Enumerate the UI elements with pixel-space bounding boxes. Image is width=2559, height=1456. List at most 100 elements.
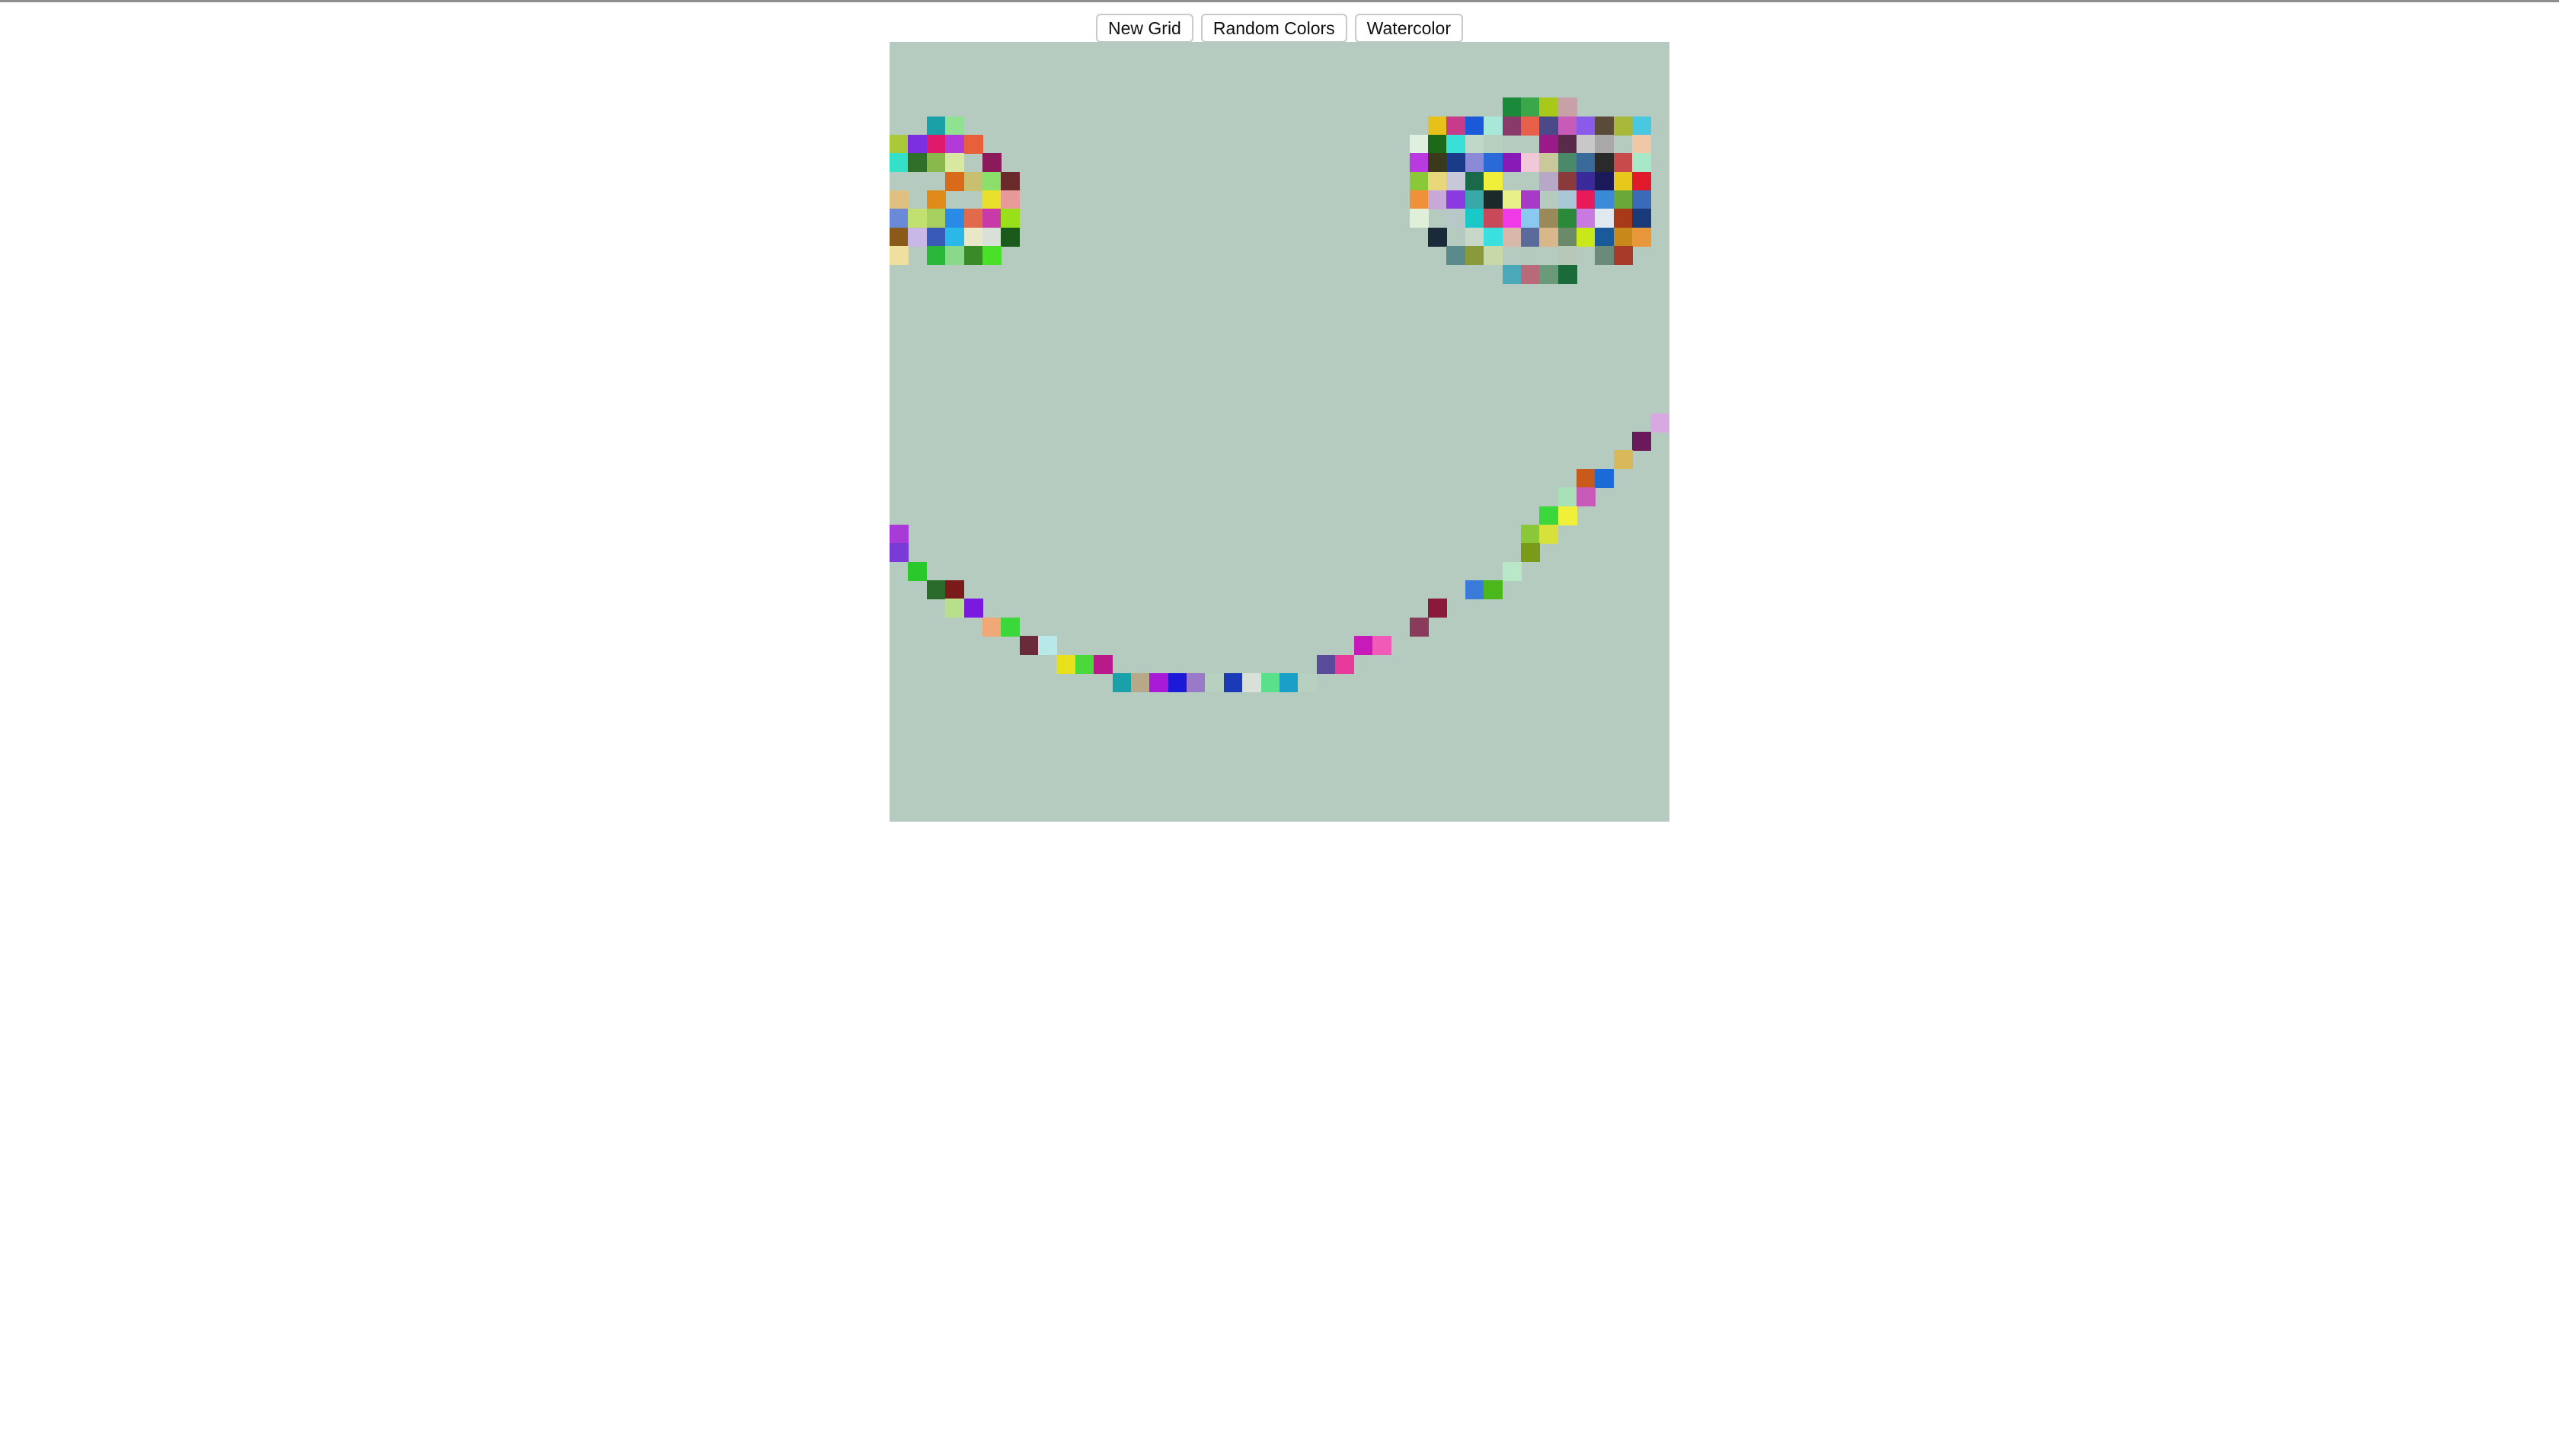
grid-cell[interactable] bbox=[1557, 227, 1577, 247]
grid-cell[interactable] bbox=[1428, 599, 1448, 618]
grid-cell[interactable] bbox=[1001, 171, 1021, 191]
grid-cell[interactable] bbox=[1428, 190, 1448, 210]
grid-cell[interactable] bbox=[1613, 116, 1633, 136]
grid-cell[interactable] bbox=[1613, 153, 1633, 173]
random-colors-button[interactable]: Random Colors bbox=[1200, 14, 1347, 43]
grid-cell[interactable] bbox=[1465, 116, 1484, 136]
grid-cell[interactable] bbox=[945, 116, 965, 136]
grid-cell[interactable] bbox=[1465, 134, 1484, 154]
grid-cell[interactable] bbox=[1557, 134, 1577, 154]
grid-cell[interactable] bbox=[1484, 190, 1503, 210]
grid-cell[interactable] bbox=[945, 580, 965, 600]
grid-cell[interactable] bbox=[982, 617, 1002, 637]
grid-cell[interactable] bbox=[1595, 209, 1615, 228]
grid-cell[interactable] bbox=[1168, 672, 1187, 692]
grid-cell[interactable] bbox=[1520, 227, 1540, 247]
grid-cell[interactable] bbox=[1557, 97, 1577, 117]
grid-cell[interactable] bbox=[926, 246, 946, 266]
grid-cell[interactable] bbox=[890, 543, 909, 563]
grid-cell[interactable] bbox=[1502, 227, 1522, 247]
grid-cell[interactable] bbox=[1557, 487, 1577, 507]
grid-cell[interactable] bbox=[1539, 97, 1559, 117]
grid-cell[interactable] bbox=[1187, 672, 1206, 692]
grid-cell[interactable] bbox=[1465, 246, 1484, 266]
grid-cell[interactable] bbox=[1539, 153, 1559, 173]
grid-cell[interactable] bbox=[945, 153, 965, 173]
grid-cell[interactable] bbox=[1409, 190, 1429, 210]
grid-cell[interactable] bbox=[1484, 246, 1503, 266]
grid-cell[interactable] bbox=[982, 190, 1002, 210]
grid-cell[interactable] bbox=[1130, 672, 1150, 692]
grid-cell[interactable] bbox=[1484, 134, 1503, 154]
grid-cell[interactable] bbox=[1260, 672, 1280, 692]
grid-cell[interactable] bbox=[1112, 672, 1132, 692]
grid-cell[interactable] bbox=[890, 153, 909, 173]
grid-cell[interactable] bbox=[926, 190, 946, 210]
grid-cell[interactable] bbox=[1557, 153, 1577, 173]
grid-cell[interactable] bbox=[1316, 654, 1336, 674]
grid-cell[interactable] bbox=[1557, 506, 1577, 525]
grid-cell[interactable] bbox=[945, 227, 965, 247]
grid-cell[interactable] bbox=[1502, 153, 1522, 173]
grid-cell[interactable] bbox=[908, 561, 928, 581]
grid-cell[interactable] bbox=[1577, 171, 1596, 191]
grid-cell[interactable] bbox=[1465, 190, 1484, 210]
grid-cell[interactable] bbox=[1484, 116, 1503, 136]
grid-cell[interactable] bbox=[1242, 672, 1262, 692]
grid-cell[interactable] bbox=[1298, 672, 1318, 692]
grid-cell[interactable] bbox=[1502, 561, 1522, 581]
grid-cell[interactable] bbox=[1056, 654, 1076, 674]
grid-cell[interactable] bbox=[926, 153, 946, 173]
grid-cell[interactable] bbox=[1557, 171, 1577, 191]
grid-cell[interactable] bbox=[1409, 153, 1429, 173]
grid-cell[interactable] bbox=[1019, 636, 1039, 656]
grid-cell[interactable] bbox=[1632, 432, 1652, 451]
grid-cell[interactable] bbox=[890, 134, 909, 154]
grid-cell[interactable] bbox=[1595, 116, 1615, 136]
pixel-grid[interactable] bbox=[890, 42, 1669, 822]
grid-cell[interactable] bbox=[963, 227, 983, 247]
grid-cell[interactable] bbox=[926, 227, 946, 247]
grid-cell[interactable] bbox=[1223, 672, 1243, 692]
grid-cell[interactable] bbox=[945, 599, 965, 618]
grid-cell[interactable] bbox=[1001, 190, 1021, 210]
grid-cell[interactable] bbox=[1557, 264, 1577, 284]
grid-cell[interactable] bbox=[1484, 171, 1503, 191]
grid-cell[interactable] bbox=[1502, 209, 1522, 228]
grid-cell[interactable] bbox=[1632, 227, 1652, 247]
grid-cell[interactable] bbox=[1595, 171, 1615, 191]
grid-cell[interactable] bbox=[1632, 116, 1652, 136]
grid-cell[interactable] bbox=[1520, 209, 1540, 228]
grid-cell[interactable] bbox=[1539, 506, 1559, 525]
grid-cell[interactable] bbox=[908, 227, 928, 247]
grid-cell[interactable] bbox=[926, 116, 946, 136]
grid-cell[interactable] bbox=[1539, 134, 1559, 154]
grid-cell[interactable] bbox=[1520, 190, 1540, 210]
grid-cell[interactable] bbox=[982, 153, 1002, 173]
grid-cell[interactable] bbox=[1539, 264, 1559, 284]
grid-cell[interactable] bbox=[1577, 116, 1596, 136]
grid-cell[interactable] bbox=[1557, 209, 1577, 228]
grid-cell[interactable] bbox=[1520, 116, 1540, 136]
grid-cell[interactable] bbox=[926, 580, 946, 600]
grid-cell[interactable] bbox=[1577, 468, 1596, 488]
grid-cell[interactable] bbox=[908, 153, 928, 173]
grid-cell[interactable] bbox=[1557, 190, 1577, 210]
grid-cell[interactable] bbox=[1280, 672, 1299, 692]
grid-cell[interactable] bbox=[1502, 190, 1522, 210]
grid-cell[interactable] bbox=[1539, 227, 1559, 247]
grid-cell[interactable] bbox=[1001, 209, 1021, 228]
grid-cell[interactable] bbox=[890, 190, 909, 210]
grid-cell[interactable] bbox=[1428, 171, 1448, 191]
grid-cell[interactable] bbox=[1520, 524, 1540, 544]
grid-cell[interactable] bbox=[1613, 450, 1633, 470]
grid-cell[interactable] bbox=[908, 209, 928, 228]
grid-cell[interactable] bbox=[982, 209, 1002, 228]
grid-cell[interactable] bbox=[945, 209, 965, 228]
grid-cell[interactable] bbox=[1465, 580, 1484, 600]
grid-cell[interactable] bbox=[908, 134, 928, 154]
grid-cell[interactable] bbox=[1632, 209, 1652, 228]
grid-cell[interactable] bbox=[1595, 134, 1615, 154]
grid-cell[interactable] bbox=[1446, 171, 1466, 191]
grid-cell[interactable] bbox=[1094, 654, 1113, 674]
